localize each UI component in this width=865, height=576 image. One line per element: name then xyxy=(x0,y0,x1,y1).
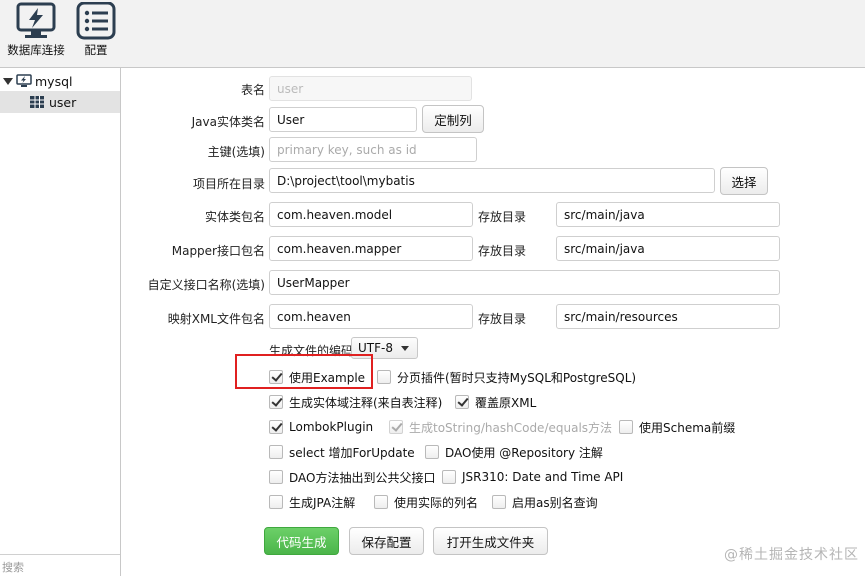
dao-parent-checkbox[interactable]: DAO方法抽出到公共父接口 xyxy=(269,468,435,486)
checkbox-box[interactable] xyxy=(269,495,283,509)
tree-item-user-label: user xyxy=(49,94,77,110)
chevron-down-icon xyxy=(400,345,409,351)
checkbox-box[interactable] xyxy=(442,470,456,484)
annotation-highlight-box xyxy=(235,354,373,389)
xml-dir-field[interactable] xyxy=(556,304,780,329)
pagination-label: 分页插件(暂时只支持MySQL和PostgreSQL) xyxy=(397,370,637,385)
checkbox-box xyxy=(389,420,403,434)
monitor-lightning-icon xyxy=(16,2,56,38)
mapper-package-field[interactable] xyxy=(269,236,473,261)
config-button[interactable]: 配置 xyxy=(60,0,132,66)
checkbox-box[interactable] xyxy=(269,420,283,434)
tree-item-mysql[interactable]: mysql xyxy=(0,70,120,92)
generate-code-button[interactable]: 代码生成 xyxy=(264,527,339,555)
entity-name-label: Java实体类名 xyxy=(191,115,265,129)
checkbox-box[interactable] xyxy=(425,445,439,459)
choose-dir-button[interactable]: 选择 xyxy=(720,167,768,195)
pagination-checkbox[interactable]: 分页插件(暂时只支持MySQL和PostgreSQL) xyxy=(377,368,636,386)
watermark: @稀土掘金技术社区 xyxy=(724,547,859,563)
primary-key-label: 主键(选填) xyxy=(207,145,265,159)
tostring-label: 生成toString/hashCode/equals方法 xyxy=(409,420,613,435)
select-for-update-checkbox[interactable]: select 增加ForUpdate xyxy=(269,443,415,461)
checkbox-box[interactable] xyxy=(377,370,391,384)
expand-arrow-icon[interactable] xyxy=(3,76,13,86)
dao-repository-checkbox[interactable]: DAO使用 @Repository 注解 xyxy=(425,443,603,461)
config-label: 配置 xyxy=(84,43,108,57)
customize-columns-button[interactable]: 定制列 xyxy=(422,105,484,133)
entity-comment-checkbox[interactable]: 生成实体域注释(来自表注释) xyxy=(269,393,442,411)
jpa-label: 生成JPA注解 xyxy=(289,495,356,510)
mapper-dir-label: 存放目录 xyxy=(478,244,527,258)
mapper-package-label: Mapper接口包名 xyxy=(171,244,265,258)
jsr310-label: JSR310: Date and Time API xyxy=(462,470,624,484)
actual-column-label: 使用实际的列名 xyxy=(394,495,479,510)
checkbox-box[interactable] xyxy=(269,395,283,409)
entity-dir-field[interactable] xyxy=(556,202,780,227)
custom-interface-field[interactable] xyxy=(269,270,780,295)
tree-item-user[interactable]: user xyxy=(0,91,120,113)
lombok-label: LombokPlugin xyxy=(289,420,374,434)
table-name-field xyxy=(269,76,472,101)
overwrite-xml-label: 覆盖原XML xyxy=(475,395,537,410)
project-dir-field[interactable] xyxy=(269,168,715,193)
schema-prefix-checkbox[interactable]: 使用Schema前缀 xyxy=(619,418,735,436)
checkbox-box[interactable] xyxy=(492,495,506,509)
tree-search-input[interactable]: 搜索 xyxy=(0,554,120,576)
alias-query-label: 启用as别名查询 xyxy=(512,495,598,510)
entity-name-field[interactable] xyxy=(269,107,417,132)
list-icon xyxy=(76,2,116,40)
entity-comment-label: 生成实体域注释(来自表注释) xyxy=(289,395,443,410)
checkbox-box[interactable] xyxy=(455,395,469,409)
schema-prefix-label: 使用Schema前缀 xyxy=(639,420,736,435)
checkbox-box[interactable] xyxy=(619,420,633,434)
db-connect-label: 数据库连接 xyxy=(7,43,65,57)
checkbox-box[interactable] xyxy=(374,495,388,509)
save-config-button[interactable]: 保存配置 xyxy=(349,527,424,555)
checkbox-box[interactable] xyxy=(269,470,283,484)
jpa-checkbox[interactable]: 生成JPA注解 xyxy=(269,493,355,511)
actual-column-checkbox[interactable]: 使用实际的列名 xyxy=(374,493,478,511)
xml-package-label: 映射XML文件包名 xyxy=(167,312,265,326)
xml-package-field[interactable] xyxy=(269,304,473,329)
checkbox-box[interactable] xyxy=(269,445,283,459)
select-for-update-label: select 增加ForUpdate xyxy=(289,445,415,460)
custom-interface-label: 自定义接口名称(选填) xyxy=(147,278,265,292)
mapper-dir-field[interactable] xyxy=(556,236,780,261)
xml-dir-label: 存放目录 xyxy=(478,312,527,326)
dao-repository-label: DAO使用 @Repository 注解 xyxy=(445,445,603,460)
tostring-checkbox: 生成toString/hashCode/equals方法 xyxy=(389,418,612,436)
tree-item-mysql-label: mysql xyxy=(35,73,73,89)
lombok-checkbox[interactable]: LombokPlugin xyxy=(269,418,373,436)
toolbar: 数据库连接 配置 xyxy=(0,0,865,68)
project-dir-label: 项目所在目录 xyxy=(192,177,265,191)
entity-dir-label: 存放目录 xyxy=(478,210,527,224)
overwrite-xml-checkbox[interactable]: 覆盖原XML xyxy=(455,393,536,411)
open-output-folder-button[interactable]: 打开生成文件夹 xyxy=(433,527,548,555)
alias-query-checkbox[interactable]: 启用as别名查询 xyxy=(492,493,598,511)
primary-key-field[interactable] xyxy=(269,137,477,162)
dao-parent-label: DAO方法抽出到公共父接口 xyxy=(289,470,436,485)
table-icon xyxy=(30,96,44,108)
jsr310-checkbox[interactable]: JSR310: Date and Time API xyxy=(442,468,623,486)
connection-tree: mysql user 搜索 xyxy=(0,68,121,576)
entity-package-label: 实体类包名 xyxy=(204,210,265,224)
database-monitor-icon xyxy=(16,74,32,87)
table-name-label: 表名 xyxy=(240,83,265,97)
entity-package-field[interactable] xyxy=(269,202,473,227)
